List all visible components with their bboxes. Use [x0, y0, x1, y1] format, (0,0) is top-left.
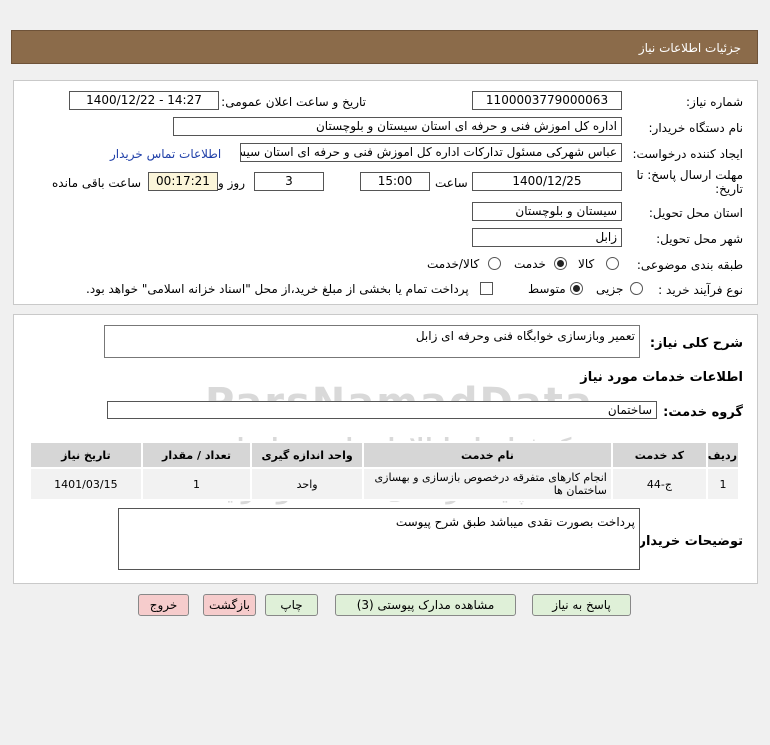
need-number-label: شماره نیاز:	[686, 95, 743, 109]
table-header-row: ردیف کد خدمت نام خدمت واحد اندازه گیری ت…	[29, 441, 741, 469]
deadline-label-2: تاریخ:	[715, 182, 743, 196]
col-row-header: ردیف	[705, 441, 741, 469]
exit-button[interactable]: خروج	[138, 594, 189, 616]
category-label: طبقه بندی موضوعی:	[636, 258, 743, 272]
province-field: سیستان و بلوچستان	[472, 202, 622, 221]
city-label: شهر محل تحویل:	[656, 232, 743, 246]
requester-field: عباس شهرکی مسئول تدارکات اداره کل اموزش …	[240, 143, 622, 162]
col-unit-header: واحد اندازه گیری	[250, 441, 364, 469]
process-label: نوع فرآیند خرید :	[658, 283, 743, 297]
reply-button[interactable]: پاسخ به نیاز	[532, 594, 631, 616]
buyer-org-field: اداره کل اموزش فنی و حرفه ای استان سیستا…	[173, 117, 622, 136]
col-code-header: کد خدمت	[610, 441, 708, 469]
cell-code: ج-44	[610, 467, 708, 501]
category-radio-goods[interactable]	[606, 257, 619, 270]
deadline-date-field: 1400/12/25	[472, 172, 622, 191]
requester-label: ایجاد کننده درخواست:	[632, 147, 743, 161]
col-qty-header: تعداد / مقدار	[140, 441, 253, 469]
remaining-label: ساعت باقی مانده	[52, 176, 142, 190]
buyer-org-label: نام دستگاه خریدار:	[648, 121, 744, 135]
days-field: 3	[254, 172, 324, 191]
col-name-header: نام خدمت	[361, 441, 613, 469]
cell-date: 1401/03/15	[29, 467, 143, 501]
page-title: جزئیات اطلاعات نیاز	[638, 41, 741, 55]
buyer-notes-label: توضیحات خریدار:	[633, 534, 743, 549]
services-title: اطلاعات خدمات مورد نیاز	[580, 370, 743, 385]
category-option-goods: کالا	[578, 257, 595, 271]
deadline-label-1: مهلت ارسال پاسخ: تا	[636, 168, 743, 182]
process-option-medium: متوسط	[528, 282, 566, 296]
table-row: 1 ج-44 انجام کارهای متفرقه درخصوص بازساز…	[29, 467, 741, 501]
process-radio-minor[interactable]	[630, 282, 643, 295]
description-label: شرح کلی نیاز:	[649, 336, 743, 351]
announce-label: تاریخ و ساعت اعلان عمومی:	[221, 95, 366, 109]
deadline-time-label: ساعت	[435, 176, 468, 190]
buyer-notes-field: پرداخت بصورت نقدی میباشد طبق شرح پیوست	[118, 508, 640, 570]
treasury-checkbox[interactable]	[480, 282, 493, 295]
city-field: زابل	[472, 228, 622, 247]
cell-row: 1	[705, 467, 741, 501]
service-group-field: ساختمان	[107, 401, 657, 419]
process-option-minor: جزیی	[596, 282, 624, 296]
back-button[interactable]: بازگشت	[203, 594, 256, 616]
page-header: جزئیات اطلاعات نیاز	[11, 30, 758, 64]
remaining-time-field: 00:17:21	[148, 172, 218, 191]
category-radio-service[interactable]	[554, 257, 567, 270]
description-field: تعمیر وبازسازی خوابگاه فنی وحرفه ای زابل	[104, 325, 640, 358]
category-option-goods-service: کالا/خدمت	[427, 257, 480, 271]
col-date-header: تاریخ نیاز	[29, 441, 143, 469]
days-label: روز و	[218, 176, 245, 190]
category-option-service: خدمت	[514, 257, 546, 271]
print-button[interactable]: چاپ	[265, 594, 318, 616]
need-number-field: 1100003779000063	[472, 91, 622, 110]
deadline-time-field: 15:00	[360, 172, 430, 191]
cell-unit: واحد	[250, 467, 364, 501]
payment-note: پرداخت تمام یا بخشی از مبلغ خرید،از محل …	[86, 282, 469, 296]
cell-name: انجام کارهای متفرقه درخصوص بازسازی و بهس…	[361, 467, 613, 501]
cell-qty: 1	[140, 467, 253, 501]
services-table: ردیف کد خدمت نام خدمت واحد اندازه گیری ت…	[29, 441, 741, 501]
province-label: استان محل تحویل:	[648, 206, 743, 220]
service-group-label: گروه خدمت:	[663, 405, 743, 420]
view-attachments-button[interactable]: مشاهده مدارک پیوستی (3)	[335, 594, 516, 616]
process-radio-medium[interactable]	[570, 282, 583, 295]
announce-field: 1400/12/22 - 14:27	[69, 91, 219, 110]
category-radio-goods-service[interactable]	[488, 257, 501, 270]
buyer-contact-link[interactable]: اطلاعات تماس خریدار	[110, 147, 221, 161]
